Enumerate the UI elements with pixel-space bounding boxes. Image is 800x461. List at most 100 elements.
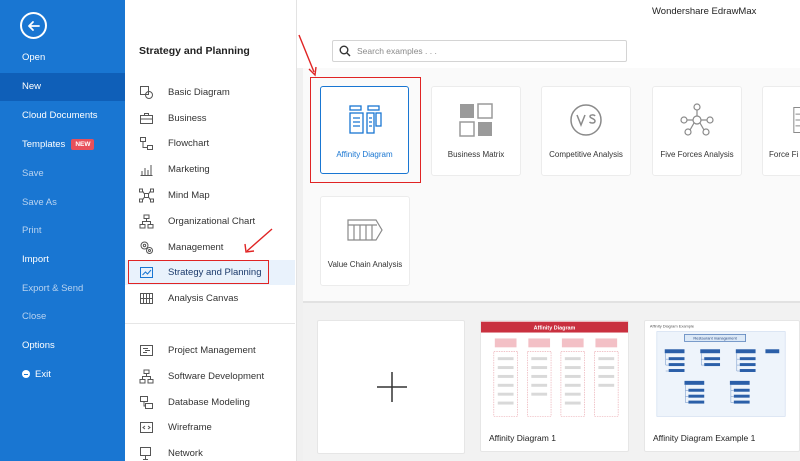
arrow-left-icon (27, 20, 40, 31)
wireframe-icon (140, 422, 153, 433)
template-label: Force Fi (769, 150, 799, 159)
menu-import[interactable]: Import (0, 246, 125, 274)
category-label: Business (168, 113, 207, 124)
menu-cloud-documents[interactable]: Cloud Documents (0, 102, 125, 130)
template-value-chain-analysis[interactable]: Value Chain Analysis (320, 196, 410, 286)
category-label: Wireframe (168, 422, 212, 433)
new-badge: NEW (71, 139, 95, 150)
search-icon (339, 45, 351, 57)
gantt-icon (140, 345, 153, 356)
search-box[interactable] (332, 40, 627, 62)
menu-options-label: Options (22, 340, 55, 351)
category-project-management[interactable]: Project Management (125, 338, 295, 363)
category-label: Flowchart (168, 138, 210, 149)
menu-save-as-label: Save As (22, 197, 57, 208)
search-input[interactable] (357, 46, 607, 56)
template-force-field[interactable]: Force Fi (762, 86, 800, 176)
category-label: Strategy and Planning (168, 267, 262, 278)
menu-import-label: Import (22, 254, 49, 265)
back-button[interactable] (20, 12, 47, 39)
example-affinity-diagram-example-1[interactable]: Affinity Diagram Example Restaurant mana… (644, 320, 800, 452)
category-label: Analysis Canvas (168, 293, 239, 304)
thumbnail-header: Restaurant management (693, 335, 737, 340)
network-icon (140, 447, 151, 460)
menu-close[interactable]: Close (0, 303, 125, 331)
value-chain-icon (347, 219, 383, 241)
menu-cloud-documents-label: Cloud Documents (22, 110, 98, 121)
affinity-diagram-example-thumbnail: Affinity Diagram Example Restaurant mana… (645, 321, 799, 421)
briefcase-icon (140, 113, 153, 124)
template-label: Business Matrix (447, 150, 505, 159)
category-wireframe[interactable]: Wireframe (125, 415, 295, 440)
canvas-grid-icon (140, 293, 153, 304)
business-matrix-icon (459, 103, 493, 137)
category-label: Mind Map (168, 190, 210, 201)
category-marketing[interactable]: Marketing (125, 157, 295, 182)
database-icon (140, 396, 153, 409)
software-icon (139, 369, 154, 384)
menu-open[interactable]: Open (0, 44, 125, 72)
bar-chart-icon (140, 165, 153, 176)
affinity-diagram-icon (348, 105, 382, 134)
menu-open-label: Open (22, 52, 46, 63)
gears-icon (140, 241, 153, 254)
template-label: Five Forces Analysis (660, 150, 734, 159)
category-mind-map[interactable]: Mind Map (125, 183, 295, 208)
category-business[interactable]: Business (125, 106, 295, 131)
thumbnail-title: Affinity Diagram Example (650, 324, 695, 329)
menu-export-send[interactable]: Export & Send (0, 275, 125, 303)
edrawmax-new-screen: Open New Cloud Documents Templates NEW Sa… (0, 0, 800, 461)
category-label: Database Modeling (168, 397, 250, 408)
basic-diagram-icon (140, 86, 153, 99)
template-competitive-analysis[interactable]: Competitive Analysis (541, 86, 631, 176)
category-strategy-and-planning[interactable]: Strategy and Planning (125, 260, 295, 285)
template-five-forces-analysis[interactable]: Five Forces Analysis (652, 86, 742, 176)
org-chart-icon (139, 214, 154, 229)
menu-print-label: Print (22, 225, 42, 236)
category-label: Software Development (168, 371, 265, 382)
force-field-icon (793, 107, 800, 133)
menu-save-as[interactable]: Save As (0, 189, 125, 217)
example-affinity-diagram-1[interactable]: Affinity Diagram Affinity Diagram 1 (480, 320, 629, 452)
category-label: Project Management (168, 345, 256, 356)
category-panel-title: Strategy and Planning (139, 45, 250, 57)
template-affinity-diagram[interactable]: Affinity Diagram (320, 86, 409, 174)
category-label: Basic Diagram (168, 87, 230, 98)
category-network[interactable]: Network (125, 441, 295, 461)
vs-icon (570, 104, 602, 136)
menu-new-label: New (22, 81, 42, 92)
category-basic-diagram[interactable]: Basic Diagram (125, 80, 295, 105)
category-label: Management (168, 242, 224, 253)
category-organizational-chart[interactable]: Organizational Chart (125, 209, 295, 234)
template-label: Competitive Analysis (549, 150, 623, 159)
menu-export-send-label: Export & Send (22, 283, 84, 294)
menu-new[interactable]: New (0, 73, 125, 101)
five-forces-icon (680, 103, 714, 136)
menu-save-label: Save (22, 168, 44, 179)
template-label: Affinity Diagram (336, 150, 393, 159)
category-flowchart[interactable]: Flowchart (125, 131, 295, 156)
plus-icon (377, 372, 407, 402)
file-menu-sidebar: Open New Cloud Documents Templates NEW Sa… (0, 0, 125, 461)
line-chart-icon (140, 267, 153, 278)
template-business-matrix[interactable]: Business Matrix (431, 86, 521, 176)
example-blank-drawing[interactable] (317, 320, 465, 454)
category-database-modeling[interactable]: Database Modeling (125, 390, 295, 415)
affinity-diagram-thumbnail: Affinity Diagram (481, 321, 628, 421)
menu-templates[interactable]: Templates NEW (0, 131, 125, 159)
category-management[interactable]: Management (125, 235, 295, 260)
example-label: Affinity Diagram Example 1 (653, 433, 756, 443)
menu-options[interactable]: Options (0, 332, 125, 360)
menu-save[interactable]: Save (0, 160, 125, 188)
menu-templates-label: Templates (22, 139, 66, 150)
exit-icon (22, 370, 30, 378)
thumbnail-title: Affinity Diagram (534, 326, 576, 332)
mind-map-icon (139, 188, 154, 203)
menu-exit[interactable]: Exit (0, 361, 125, 389)
menu-close-label: Close (22, 311, 47, 322)
category-software-development[interactable]: Software Development (125, 364, 295, 389)
category-analysis-canvas[interactable]: Analysis Canvas (125, 286, 295, 311)
category-label: Marketing (168, 164, 210, 175)
category-divider (125, 323, 295, 324)
menu-print[interactable]: Print (0, 217, 125, 245)
